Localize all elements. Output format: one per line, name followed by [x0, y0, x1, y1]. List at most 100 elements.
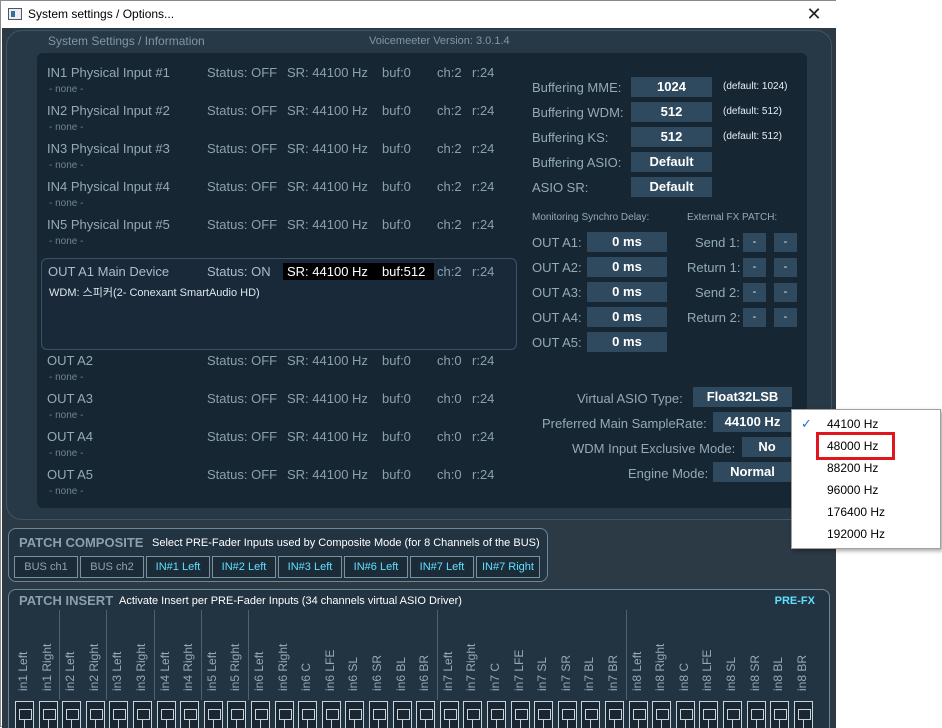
insert-toggle[interactable]: [38, 701, 58, 728]
insert-toggle[interactable]: [62, 701, 82, 728]
insert-toggle[interactable]: [180, 701, 200, 728]
insert-toggle[interactable]: [699, 701, 719, 728]
composite-bus-ch2-button[interactable]: BUS ch2: [80, 556, 144, 578]
fx-return2-label: Return 2:: [687, 310, 741, 325]
buffering-wdm-button[interactable]: 512: [631, 102, 712, 122]
monitor-out-a3-button[interactable]: 0 ms: [587, 282, 667, 302]
insert-toggle[interactable]: [723, 701, 742, 728]
insert-toggle[interactable]: [156, 701, 176, 728]
device-name: OUT A5: [47, 467, 94, 482]
device-sub: - none -: [49, 84, 84, 95]
out-a1-status: Status: ON: [207, 264, 271, 279]
composite-bus-ch1-button[interactable]: BUS ch1: [14, 556, 78, 578]
insert-toggle[interactable]: [133, 701, 152, 728]
insert-channel-label: in8 C: [674, 613, 698, 697]
app-icon: [8, 8, 22, 20]
device-status: Status: OFF: [207, 65, 278, 80]
insert-toggle[interactable]: [439, 701, 459, 728]
composite-in6-left-button[interactable]: IN#6 Left: [344, 556, 408, 578]
monitor-out-a5-button[interactable]: 0 ms: [587, 332, 667, 352]
insert-toggle[interactable]: [487, 701, 506, 728]
insert-toggle[interactable]: [793, 701, 813, 728]
fx-send1-right-button[interactable]: -: [774, 233, 797, 252]
asio-sr-button[interactable]: Default: [631, 177, 712, 197]
insert-toggle[interactable]: [628, 701, 648, 728]
insert-toggle[interactable]: [321, 701, 341, 728]
insert-toggle[interactable]: [227, 701, 247, 728]
pre-fx-toggle[interactable]: PRE-FX: [775, 595, 815, 607]
insert-toggle[interactable]: [534, 701, 554, 728]
composite-in7-left-button[interactable]: IN#7 Left: [410, 556, 474, 578]
insert-channel-label: in3 Left: [107, 613, 131, 697]
samplerate-option-96000[interactable]: 96000 Hz: [793, 479, 940, 501]
composite-in3-left-button[interactable]: IN#3 Left: [278, 556, 342, 578]
patch-insert-title: PATCH INSERT: [19, 593, 114, 608]
monitor-out-a1-button[interactable]: 0 ms: [587, 232, 667, 252]
insert-toggle[interactable]: [581, 701, 601, 728]
engine-mode-button[interactable]: Normal: [713, 462, 792, 482]
device-buf: buf:0: [382, 103, 411, 118]
samplerate-dropdown-menu: ✓ 44100 Hz 48000 Hz 88200 Hz 96000 Hz 17…: [791, 409, 941, 549]
insert-toggle[interactable]: [605, 701, 624, 728]
insert-toggle[interactable]: [109, 701, 129, 728]
insert-toggle[interactable]: [557, 701, 577, 728]
insert-channel-label: in7 BR: [603, 613, 627, 697]
buffering-asio-button[interactable]: Default: [631, 152, 712, 172]
insert-toggle[interactable]: [510, 701, 530, 728]
device-ch: ch:0: [437, 391, 462, 406]
fx-return1-right-button[interactable]: -: [774, 258, 797, 277]
insert-toggle[interactable]: [770, 701, 790, 728]
insert-toggle[interactable]: [15, 701, 34, 728]
fx-send2-left-button[interactable]: -: [743, 283, 766, 302]
monitor-out-a2-button[interactable]: 0 ms: [587, 257, 667, 277]
fx-return2-left-button[interactable]: -: [743, 308, 766, 327]
monitor-out-a2-label: OUT A2:: [532, 260, 582, 275]
close-button[interactable]: ✕: [791, 1, 837, 28]
insert-toggle[interactable]: [675, 701, 695, 728]
buffering-ks-button[interactable]: 512: [631, 127, 712, 147]
insert-toggle[interactable]: [746, 701, 766, 728]
insert-toggle[interactable]: [203, 701, 223, 728]
checkmark-icon: ✓: [801, 416, 812, 431]
channel-name: in8 SL: [724, 656, 738, 691]
samplerate-option-176400[interactable]: 176400 Hz: [793, 501, 940, 523]
samplerate-option-88200[interactable]: 88200 Hz: [793, 457, 940, 479]
insert-toggle[interactable]: [416, 701, 436, 728]
wdm-exclusive-label: WDM Input Exclusive Mode:: [572, 441, 736, 456]
insert-toggle[interactable]: [298, 701, 318, 728]
insert-toggle[interactable]: [463, 701, 483, 728]
insert-channel-label: in5 Left: [202, 613, 226, 697]
wdm-exclusive-button[interactable]: No: [742, 437, 792, 457]
insert-toggle[interactable]: [251, 701, 270, 728]
composite-in7-right-button[interactable]: IN#7 Right: [476, 556, 540, 578]
buffering-mme-default: (default: 1024): [723, 81, 788, 92]
channel-name: in7 Right: [464, 643, 479, 691]
fx-send2-right-button[interactable]: -: [774, 283, 797, 302]
device-r: r:24: [472, 353, 495, 368]
composite-in1-left-button[interactable]: IN#1 Left: [146, 556, 210, 578]
insert-channel-label: in6 BL: [391, 613, 415, 697]
device-r: r:24: [472, 467, 495, 482]
fx-send1-left-button[interactable]: -: [743, 233, 766, 252]
buffering-wdm-default: (default: 512): [723, 106, 782, 117]
composite-in2-left-button[interactable]: IN#2 Left: [212, 556, 276, 578]
channel-name: in4 Right: [181, 643, 196, 691]
channel-name: in6 SR: [370, 654, 384, 691]
fx-return2-right-button[interactable]: -: [774, 308, 797, 327]
insert-toggle[interactable]: [369, 701, 388, 728]
preferred-samplerate-button[interactable]: 44100 Hz: [713, 412, 792, 432]
channel-name: in7 Left: [440, 651, 455, 691]
insert-toggle[interactable]: [652, 701, 672, 728]
fx-patch-title: External FX PATCH:: [687, 212, 778, 223]
virtual-asio-type-button[interactable]: Float32LSB: [693, 387, 792, 407]
device-sub: - none -: [49, 198, 84, 209]
insert-toggle[interactable]: [345, 701, 365, 728]
buffering-mme-button[interactable]: 1024: [631, 77, 712, 97]
insert-toggle[interactable]: [392, 701, 412, 728]
fx-return1-left-button[interactable]: -: [743, 258, 766, 277]
samplerate-option-192000[interactable]: 192000 Hz: [793, 523, 940, 545]
insert-toggle[interactable]: [274, 701, 294, 728]
device-sub: - none -: [49, 486, 84, 497]
insert-toggle[interactable]: [85, 701, 105, 728]
monitor-out-a4-button[interactable]: 0 ms: [587, 307, 667, 327]
